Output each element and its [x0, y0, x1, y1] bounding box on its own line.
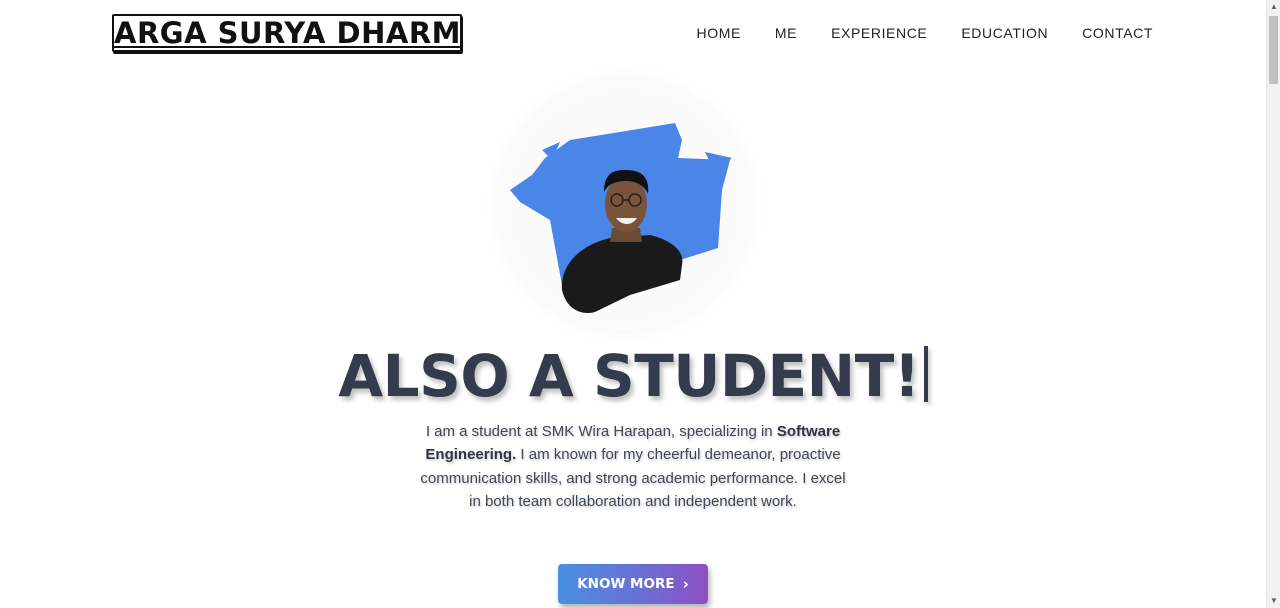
nav-me[interactable]: ME [775, 24, 797, 42]
nav-experience[interactable]: EXPERIENCE [831, 24, 927, 42]
page-scrollbar[interactable]: ▲ ▼ [1266, 0, 1280, 608]
profile-avatar [500, 80, 750, 330]
nav-home[interactable]: HOME [697, 24, 741, 42]
nav-education[interactable]: EDUCATION [961, 24, 1048, 42]
scroll-down-arrow-icon[interactable]: ▼ [1267, 594, 1280, 608]
scroll-up-arrow-icon[interactable]: ▲ [1267, 0, 1280, 14]
page: ARGA SURYA DHARMA HOME ME EXPERIENCE EDU… [0, 0, 1266, 608]
nav-contact[interactable]: CONTACT [1082, 24, 1153, 42]
description-text-1: I am a student at SMK Wira Harapan, spec… [425, 423, 777, 440]
know-more-label: KNOW MORE [577, 576, 675, 592]
site-logo[interactable]: ARGA SURYA DHARMA [112, 14, 462, 52]
typing-cursor [923, 346, 928, 402]
chevron-right-icon: › [682, 574, 689, 593]
headline-text: ALSO A STUDENT! [338, 342, 920, 410]
know-more-button[interactable]: KNOW MORE › [558, 564, 708, 604]
scrollbar-thumb[interactable] [1269, 16, 1278, 84]
hero-headline: ALSO A STUDENT! [0, 340, 1266, 412]
hero-description: I am a student at SMK Wira Harapan, spec… [415, 420, 851, 513]
main-nav: HOME ME EXPERIENCE EDUCATION CONTACT [663, 24, 1154, 42]
profile-photo-illustration [510, 123, 732, 314]
